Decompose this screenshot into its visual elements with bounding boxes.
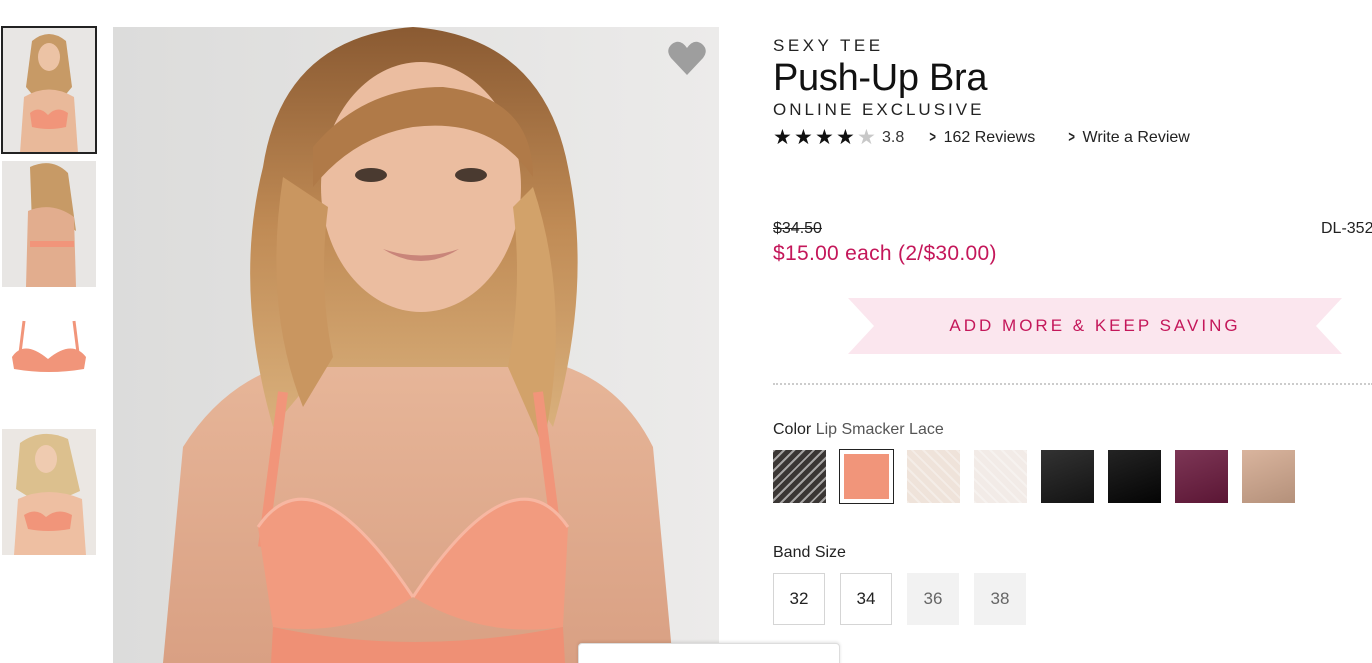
reviews-link[interactable]: > 162 Reviews: [928, 129, 1036, 147]
thumbnail-product-view[interactable]: [2, 295, 96, 421]
swatch-fill: [1175, 450, 1228, 503]
online-exclusive-label: ONLINE EXCLUSIVE: [773, 100, 985, 119]
collection-name: SEXY TEE: [773, 36, 884, 55]
thumbnail-front-image: [2, 27, 96, 153]
main-product-image[interactable]: [113, 27, 719, 663]
color-label-text: Color: [773, 421, 812, 438]
swatch-fill: [974, 450, 1027, 503]
color-swatch-black-white-lace[interactable]: [773, 450, 826, 503]
star-icon: ★: [815, 126, 834, 149]
add-more-promo-banner[interactable]: ADD MORE & KEEP SAVING: [848, 298, 1342, 354]
rating-row: ★ ★ ★ ★ ★ 3.8 > 162 Reviews > Write a Re…: [773, 126, 1372, 149]
swatch-fill: [1108, 450, 1161, 503]
color-swatch-black-2[interactable]: [1108, 450, 1161, 503]
thumbnail-lifestyle-image: [2, 429, 96, 555]
thumbnail-list: [1, 26, 97, 563]
color-swatch-black[interactable]: [1041, 450, 1094, 503]
model-photo: [113, 27, 719, 663]
product-info: SEXY TEE Push-Up Bra ONLINE EXCLUSIVE ★ …: [773, 36, 1372, 625]
sale-price: $15.00 each (2/$30.00): [773, 242, 997, 265]
star-icon: ★: [794, 126, 813, 149]
color-swatch-lip-smacker-lace[interactable]: [839, 449, 894, 504]
color-swatch-tan[interactable]: [1242, 450, 1295, 503]
swatch-fill: [907, 450, 960, 503]
original-price: $34.50: [773, 220, 822, 237]
rating-value: 3.8: [882, 129, 905, 146]
star-empty-icon: ★: [857, 126, 876, 149]
product-title: Push-Up Bra: [773, 57, 988, 99]
star-icon: ★: [773, 126, 792, 149]
color-swatch-plum[interactable]: [1175, 450, 1228, 503]
thumbnail-back-view[interactable]: [2, 161, 96, 287]
swatch-fill: [1041, 450, 1094, 503]
band-size-34[interactable]: 34: [840, 573, 892, 625]
favorite-heart-icon[interactable]: [667, 39, 707, 79]
thumbnail-product-image: [2, 295, 96, 421]
write-review-link[interactable]: > Write a Review: [1067, 129, 1190, 147]
section-divider: [773, 383, 1372, 385]
swatch-fill: [844, 454, 889, 499]
write-review-label: Write a Review: [1082, 129, 1190, 146]
thumbnail-back-image: [2, 161, 96, 287]
star-rating: ★ ★ ★ ★ ★: [773, 126, 878, 149]
chevron-right-icon: >: [1068, 129, 1076, 146]
star-icon: ★: [836, 126, 855, 149]
band-size-38[interactable]: 38: [974, 573, 1026, 625]
floating-panel-edge: [578, 643, 840, 663]
selected-color-name: Lip Smacker Lace: [815, 421, 944, 438]
swatch-fill: [1242, 450, 1295, 503]
thumbnail-front-view[interactable]: [1, 26, 97, 154]
band-size-label: Band Size: [773, 544, 846, 561]
band-size-32[interactable]: 32: [773, 573, 825, 625]
color-swatch-white-lace[interactable]: [974, 450, 1027, 503]
thumbnail-lifestyle-view[interactable]: [2, 429, 96, 555]
band-size-options: 32 34 36 38: [773, 573, 1041, 625]
color-swatches: [773, 449, 1309, 504]
color-swatch-nude-lace[interactable]: [907, 450, 960, 503]
promo-label: ADD MORE & KEEP SAVING: [949, 316, 1241, 335]
swatch-fill: [773, 450, 826, 503]
chevron-right-icon: >: [929, 129, 937, 146]
color-label: Color Lip Smacker Lace: [773, 421, 944, 439]
product-sku: DL-352: [1321, 220, 1372, 237]
band-size-36[interactable]: 36: [907, 573, 959, 625]
reviews-link-label: 162 Reviews: [943, 129, 1036, 146]
